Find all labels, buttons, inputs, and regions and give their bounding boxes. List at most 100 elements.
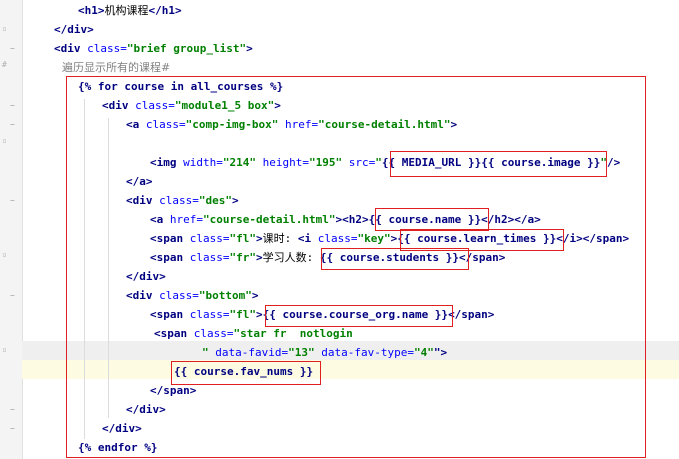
code-line[interactable]: {% endfor %} bbox=[78, 438, 157, 457]
code-token: class= bbox=[135, 99, 175, 112]
code-token: </div> bbox=[102, 422, 142, 435]
code-token: class= bbox=[189, 251, 230, 264]
code-line[interactable]: {% for course in all_courses %} bbox=[78, 77, 283, 96]
code-token: "214" bbox=[222, 156, 263, 169]
code-line[interactable]: </span> bbox=[150, 381, 196, 400]
code-token: {{ course.fav_nums }} bbox=[174, 365, 314, 378]
code-token: class= bbox=[159, 194, 199, 207]
fold-marker-icon[interactable]: − bbox=[10, 406, 17, 414]
code-line[interactable]: " data-favid="13" data-fav-type="4""> bbox=[202, 343, 447, 362]
code-line[interactable]: <a class="comp-img-box" href="course-det… bbox=[126, 115, 457, 134]
code-token: > bbox=[232, 194, 239, 207]
gutter-mark: ▫ bbox=[2, 136, 7, 145]
code-token: " bbox=[202, 346, 216, 359]
code-token: <span bbox=[150, 232, 190, 245]
code-token: 遍历显示所有的课程# bbox=[62, 61, 171, 74]
code-token: </a> bbox=[514, 213, 541, 226]
code-token: 学习人数: bbox=[262, 251, 320, 264]
code-token: <div bbox=[126, 289, 160, 302]
fold-marker-icon[interactable]: − bbox=[10, 45, 17, 53]
code-token: > bbox=[246, 42, 253, 55]
code-token: </span> bbox=[448, 308, 495, 321]
code-token: </h1> bbox=[148, 4, 182, 17]
code-line[interactable]: <div class="brief group_list"> bbox=[54, 39, 253, 58]
fold-marker-icon[interactable]: − bbox=[10, 121, 17, 129]
code-token: class= bbox=[317, 232, 358, 245]
code-line[interactable]: <div class="bottom"> bbox=[126, 286, 258, 305]
code-token: /> bbox=[607, 156, 621, 169]
indent-guide bbox=[108, 118, 109, 418]
gutter-mark: # bbox=[2, 60, 7, 69]
code-line[interactable]: </div> bbox=[126, 267, 166, 286]
code-token: "course-detail.html" bbox=[203, 213, 336, 226]
code-token: > bbox=[450, 118, 458, 131]
code-token: > bbox=[256, 308, 263, 321]
code-line[interactable]: <span class="star fr notlogin bbox=[154, 324, 353, 343]
code-token: class= bbox=[87, 42, 127, 55]
gutter-mark: ▫ bbox=[2, 24, 7, 33]
code-token: "4" bbox=[413, 346, 434, 359]
code-token: <div bbox=[126, 194, 160, 207]
code-token: <span bbox=[150, 251, 190, 264]
code-token: 机构课程 bbox=[104, 4, 149, 17]
code-token: "module1_5 box" bbox=[174, 99, 275, 112]
code-line[interactable]: <div class="module1_5 box"> bbox=[102, 96, 281, 115]
fold-marker-icon[interactable]: − bbox=[10, 197, 17, 205]
code-token: <h1> bbox=[78, 4, 105, 17]
fold-marker-icon[interactable]: − bbox=[10, 102, 17, 110]
code-token: "13" bbox=[288, 346, 322, 359]
code-token: </i> bbox=[556, 232, 583, 245]
code-token: "195" bbox=[308, 156, 349, 169]
code-line[interactable]: </a> bbox=[126, 172, 153, 191]
code-token: > bbox=[274, 99, 281, 112]
code-token: "bottom" bbox=[198, 289, 252, 302]
code-token: </span> bbox=[582, 232, 630, 245]
code-line[interactable]: </div> bbox=[54, 20, 94, 39]
code-token: <h2> bbox=[342, 213, 369, 226]
code-token: <div bbox=[54, 42, 88, 55]
code-token: "course-detail.html" bbox=[318, 118, 451, 131]
code-token: </div> bbox=[126, 403, 166, 416]
code-token: {{ course.learn_times }} bbox=[397, 232, 557, 245]
code-token: "brief group_list" bbox=[126, 42, 247, 55]
code-line[interactable]: <a href="course-detail.html"><h2>{{ cour… bbox=[150, 210, 541, 229]
code-token: "fr" bbox=[229, 251, 257, 264]
code-line[interactable]: <span class="fl">{{ course.course_org.na… bbox=[150, 305, 494, 324]
code-token: "des" bbox=[198, 194, 232, 207]
code-line[interactable]: {{ course.fav_nums }} bbox=[174, 362, 313, 381]
code-line[interactable]: </div> bbox=[126, 400, 166, 419]
code-token: class= bbox=[189, 232, 230, 245]
code-token: {{ course.name }} bbox=[368, 213, 482, 226]
code-line[interactable]: <span class="fl">课时: <i class="key">{{ c… bbox=[150, 229, 629, 248]
fold-marker-icon[interactable]: − bbox=[10, 425, 17, 433]
code-token: <div bbox=[102, 99, 136, 112]
code-line[interactable]: <img width="214" height="195" src="{{ ME… bbox=[150, 153, 620, 172]
code-line[interactable]: 遍历显示所有的课程# bbox=[62, 58, 170, 77]
code-line[interactable]: <h1>机构课程</h1> bbox=[78, 1, 182, 20]
code-token: </span> bbox=[458, 251, 506, 264]
code-token: <span bbox=[150, 308, 190, 321]
code-line[interactable]: <div class="des"> bbox=[126, 191, 239, 210]
editor-gutter: ▫ # ▫ ▫ ▫ − − − − − − − bbox=[0, 0, 23, 459]
code-token: "comp-img-box" bbox=[185, 118, 285, 131]
code-token: "fl" bbox=[229, 308, 257, 321]
code-token: {% endfor %} bbox=[78, 441, 158, 454]
code-token: <img bbox=[150, 156, 184, 169]
code-token: class= bbox=[193, 327, 234, 340]
code-token: href= bbox=[169, 213, 203, 226]
code-token: {{ course.students }} bbox=[319, 251, 459, 264]
gutter-mark: ▫ bbox=[2, 250, 7, 259]
code-token: > bbox=[256, 251, 263, 264]
code-token: data-fav-type= bbox=[321, 346, 414, 359]
code-token: class= bbox=[145, 118, 186, 131]
code-token: </a> bbox=[126, 175, 153, 188]
code-token: 课时: bbox=[262, 232, 298, 245]
code-token: {{ MEDIA_URL }}{{ course.image }} bbox=[381, 156, 601, 169]
code-token: "> bbox=[433, 346, 448, 359]
code-token: </div> bbox=[54, 23, 94, 36]
code-token: </h2> bbox=[481, 213, 515, 226]
fold-marker-icon[interactable]: − bbox=[10, 292, 17, 300]
code-token: </span> bbox=[150, 384, 197, 397]
code-line[interactable]: <span class="fr">学习人数: {{ course.student… bbox=[150, 248, 505, 267]
code-line[interactable]: </div> bbox=[102, 419, 142, 438]
